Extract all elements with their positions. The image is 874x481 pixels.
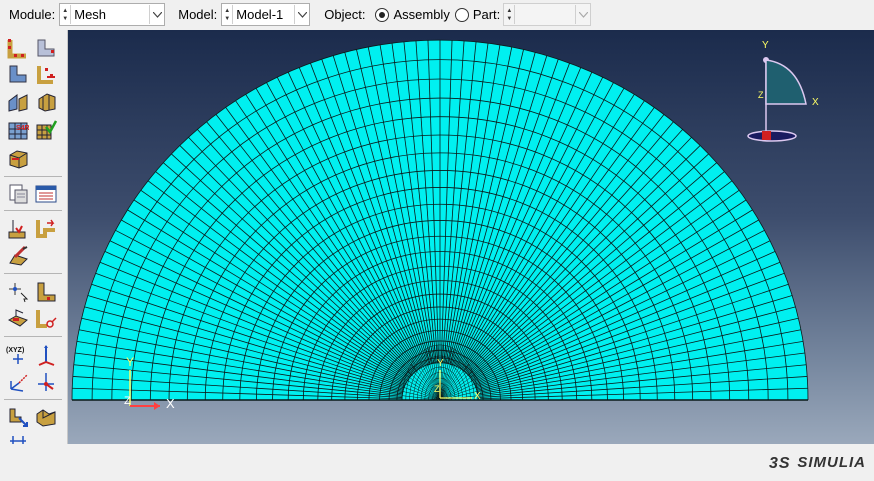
datum-axis-icon[interactable] (34, 280, 58, 304)
chevron-down-icon[interactable] (575, 5, 590, 24)
datum-plane-icon[interactable] (34, 343, 58, 367)
triad-z-label: Z (124, 395, 131, 407)
delete-edge-seeds-icon[interactable] (34, 62, 58, 86)
partition-face-icon[interactable] (6, 307, 30, 331)
svg-text:S4R: S4R (16, 125, 29, 132)
axis-triad-icon[interactable] (6, 370, 30, 394)
local-x-label: X (474, 391, 481, 402)
delete-part-seeds-icon[interactable] (6, 62, 30, 86)
set-manager-icon[interactable] (34, 217, 58, 241)
mesh-part-icon[interactable]: S4R (6, 118, 30, 142)
local-z-label: Z (434, 384, 440, 394)
more-tools-icon[interactable] (6, 432, 30, 444)
3ds-logo-icon: 3S (769, 455, 791, 471)
part-combo[interactable]: ▲ ▼ (503, 3, 592, 26)
local-y-label: Y (437, 358, 444, 369)
module-spin-icon[interactable]: ▲ ▼ (60, 5, 72, 24)
module-combo[interactable]: ▲ ▼ Mesh (59, 3, 166, 26)
svg-text:3S: 3S (769, 455, 791, 471)
view-x-label: X (812, 97, 819, 108)
query-icon[interactable] (6, 182, 30, 206)
status-bar: 3S SIMULIA (0, 444, 874, 481)
brand-label: SIMULIA (797, 453, 866, 471)
assembly-icon[interactable] (34, 405, 58, 429)
viewport[interactable]: Y X Z Y X Z Y X Z (68, 30, 874, 444)
element-type-icon[interactable] (34, 90, 58, 114)
model-combo[interactable]: ▲ ▼ Model-1 (221, 3, 311, 26)
viewport-canvas[interactable]: Y X Z Y X Z Y X Z (68, 30, 874, 444)
model-value: Model-1 (236, 7, 284, 22)
model-label: Model: (178, 7, 218, 22)
datum-point-icon[interactable] (6, 280, 30, 304)
partition-cell-icon[interactable] (6, 147, 30, 171)
create-set-icon[interactable] (6, 217, 30, 241)
context-bar: Module: ▲ ▼ Mesh Model: ▲ ▼ Model-1 Object… (0, 0, 874, 29)
assembly-radio[interactable] (375, 7, 390, 22)
module-value: Mesh (74, 7, 107, 22)
simulia-logo: 3S SIMULIA (769, 453, 866, 472)
model-spin-icon[interactable]: ▲ ▼ (222, 5, 234, 24)
instance-icon[interactable] (6, 405, 30, 429)
triad-x-label: X (166, 396, 175, 411)
mesh-controls-icon[interactable] (6, 90, 30, 114)
object-label: Object: (324, 7, 366, 22)
part-spin-icon[interactable]: ▲ ▼ (504, 5, 516, 24)
part-radio-label: Part: (472, 7, 501, 22)
translate-icon[interactable] (34, 370, 58, 394)
view-triad: Y X Z (747, 40, 819, 142)
seed-part-icon[interactable] (6, 36, 30, 60)
edit-mesh-icon[interactable] (6, 244, 30, 268)
module-label: Module: (9, 7, 56, 22)
view-z-label: Z (758, 90, 764, 100)
datum-csys-icon[interactable]: (XYZ) (6, 343, 30, 367)
seed-edges-icon[interactable] (34, 36, 58, 60)
toolbox: S4R (XYZ) (0, 30, 68, 444)
verify-mesh-icon[interactable] (34, 118, 58, 142)
chevron-down-icon[interactable] (149, 5, 164, 24)
xyz-label: (XYZ) (6, 347, 24, 354)
chevron-down-icon[interactable] (294, 5, 309, 24)
part-radio[interactable] (454, 7, 469, 22)
triad-y-label: Y (126, 355, 134, 369)
partition-edge-icon[interactable] (34, 307, 58, 331)
mesh-stats-icon[interactable] (34, 182, 58, 206)
view-y-label: Y (762, 40, 769, 51)
semicircle-mesh[interactable] (71, 39, 809, 401)
assembly-radio-label: Assembly (393, 7, 450, 22)
